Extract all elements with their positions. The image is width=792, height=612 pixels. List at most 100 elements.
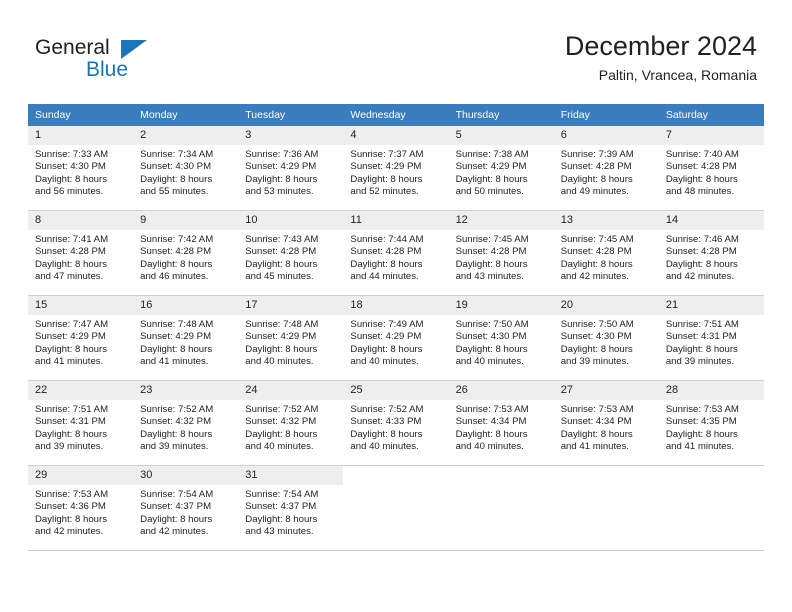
day-cell[interactable]: 8 Sunrise: 7:41 AM Sunset: 4:28 PM Daylight… bbox=[28, 211, 134, 295]
day-cell[interactable]: 14 Sunrise: 7:46 AM Sunset: 4:28 PM Dayligh… bbox=[658, 211, 764, 295]
daylight-text-line1: Daylight: 8 hours bbox=[560, 428, 633, 440]
calendar-day-cell[interactable] bbox=[553, 465, 659, 551]
calendar-day-cell[interactable] bbox=[343, 465, 449, 551]
calendar-day-cell[interactable]: 12 Sunrise: 7:45 AM Sunset: 4:28 PM Dayligh… bbox=[448, 210, 554, 296]
day-number: 26 bbox=[448, 381, 554, 400]
day-cell[interactable]: 29 Sunrise: 7:53 AM Sunset: 4:36 PM Dayligh… bbox=[28, 466, 134, 550]
sunrise-text: Sunrise: 7:45 AM bbox=[455, 234, 529, 245]
day-cell[interactable]: 18 Sunrise: 7:49 AM Sunset: 4:29 PM Dayligh… bbox=[343, 296, 449, 380]
calendar-day-cell[interactable]: 26 Sunrise: 7:53 AM Sunset: 4:34 PM Dayligh… bbox=[448, 380, 554, 466]
day-cell[interactable]: 25 Sunrise: 7:52 AM Sunset: 4:33 PM Dayligh… bbox=[343, 381, 449, 465]
day-cell[interactable]: 27 Sunrise: 7:53 AM Sunset: 4:34 PM Dayligh… bbox=[553, 381, 659, 465]
day-cell[interactable]: 16 Sunrise: 7:48 AM Sunset: 4:29 PM Dayligh… bbox=[133, 296, 239, 380]
calendar-day-cell[interactable]: 22 Sunrise: 7:51 AM Sunset: 4:31 PM Dayligh… bbox=[28, 380, 134, 466]
day-cell[interactable]: 11 Sunrise: 7:44 AM Sunset: 4:28 PM Dayligh… bbox=[343, 211, 449, 295]
sunrise-text: Sunrise: 7:49 AM bbox=[350, 319, 424, 330]
daylight-text-line1: Daylight: 8 hours bbox=[35, 343, 107, 355]
calendar-day-cell[interactable]: 7 Sunrise: 7:40 AM Sunset: 4:28 PM Daylight… bbox=[658, 126, 764, 211]
calendar-day-cell[interactable]: 1 Sunrise: 7:33 AM Sunset: 4:30 PM Daylight… bbox=[28, 126, 134, 211]
calendar-day-cell[interactable]: 4 Sunrise: 7:37 AM Sunset: 4:29 PM Daylight… bbox=[343, 126, 449, 211]
daylight-text-line2: and 39 minutes. bbox=[35, 441, 104, 453]
day-cell[interactable]: 30 Sunrise: 7:54 AM Sunset: 4:37 PM Dayligh… bbox=[133, 466, 239, 550]
day-cell[interactable]: 26 Sunrise: 7:53 AM Sunset: 4:34 PM Dayligh… bbox=[448, 381, 554, 465]
daylight-text-line2: and 42 minutes. bbox=[560, 271, 629, 283]
day-cell[interactable]: 19 Sunrise: 7:50 AM Sunset: 4:30 PM Dayligh… bbox=[448, 296, 554, 380]
day-cell[interactable]: 31 Sunrise: 7:54 AM Sunset: 4:37 PM Dayligh… bbox=[238, 466, 344, 550]
day-cell[interactable]: 5 Sunrise: 7:38 AM Sunset: 4:29 PM Daylight… bbox=[448, 126, 554, 210]
calendar-day-cell[interactable]: 25 Sunrise: 7:52 AM Sunset: 4:33 PM Dayligh… bbox=[343, 380, 449, 466]
daylight-text-line1: Daylight: 8 hours bbox=[245, 258, 318, 270]
day-info: Sunrise: 7:45 AM Sunset: 4:28 PM Daylight:… bbox=[449, 230, 554, 284]
calendar-day-cell[interactable]: 30 Sunrise: 7:54 AM Sunset: 4:37 PM Dayligh… bbox=[133, 465, 239, 551]
calendar-day-cell[interactable] bbox=[658, 465, 764, 551]
day-cell[interactable]: 23 Sunrise: 7:52 AM Sunset: 4:32 PM Dayligh… bbox=[133, 381, 239, 465]
day-cell[interactable]: 9 Sunrise: 7:42 AM Sunset: 4:28 PM Daylight… bbox=[133, 211, 239, 295]
day-cell-empty bbox=[449, 466, 554, 550]
generalblue-logo[interactable]: General Blue bbox=[35, 36, 165, 84]
sunset-text: Sunset: 4:28 PM bbox=[140, 246, 212, 258]
calendar-day-cell[interactable]: 8 Sunrise: 7:41 AM Sunset: 4:28 PM Daylight… bbox=[28, 210, 134, 296]
day-info: Sunrise: 7:52 AM Sunset: 4:32 PM Daylight:… bbox=[238, 400, 343, 454]
calendar-day-cell[interactable]: 13 Sunrise: 7:45 AM Sunset: 4:28 PM Dayligh… bbox=[553, 210, 659, 296]
sunset-text: Sunset: 4:29 PM bbox=[140, 331, 212, 343]
weekday-header-friday: Friday bbox=[553, 104, 659, 126]
calendar-day-cell[interactable] bbox=[448, 465, 554, 551]
day-cell[interactable]: 12 Sunrise: 7:45 AM Sunset: 4:28 PM Dayligh… bbox=[448, 211, 554, 295]
sunset-text: Sunset: 4:29 PM bbox=[455, 161, 527, 173]
sunset-text: Sunset: 4:28 PM bbox=[560, 246, 632, 258]
calendar-day-cell[interactable]: 16 Sunrise: 7:48 AM Sunset: 4:29 PM Dayligh… bbox=[133, 295, 239, 381]
day-cell[interactable]: 28 Sunrise: 7:53 AM Sunset: 4:35 PM Dayligh… bbox=[658, 381, 764, 465]
daylight-text-line2: and 41 minutes. bbox=[35, 356, 104, 368]
calendar-day-cell[interactable]: 2 Sunrise: 7:34 AM Sunset: 4:30 PM Daylight… bbox=[133, 126, 239, 211]
calendar-day-cell[interactable]: 5 Sunrise: 7:38 AM Sunset: 4:29 PM Daylight… bbox=[448, 126, 554, 211]
day-cell[interactable]: 2 Sunrise: 7:34 AM Sunset: 4:30 PM Daylight… bbox=[133, 126, 239, 210]
day-cell[interactable]: 13 Sunrise: 7:45 AM Sunset: 4:28 PM Dayligh… bbox=[553, 211, 659, 295]
day-cell[interactable]: 10 Sunrise: 7:43 AM Sunset: 4:28 PM Dayligh… bbox=[238, 211, 344, 295]
sunrise-text: Sunrise: 7:51 AM bbox=[35, 404, 109, 415]
calendar-day-cell[interactable]: 14 Sunrise: 7:46 AM Sunset: 4:28 PM Dayligh… bbox=[658, 210, 764, 296]
sunset-text: Sunset: 4:29 PM bbox=[245, 331, 317, 343]
sunset-text: Sunset: 4:32 PM bbox=[245, 416, 317, 428]
calendar-day-cell[interactable]: 11 Sunrise: 7:44 AM Sunset: 4:28 PM Dayligh… bbox=[343, 210, 449, 296]
calendar-day-cell[interactable]: 27 Sunrise: 7:53 AM Sunset: 4:34 PM Dayligh… bbox=[553, 380, 659, 466]
calendar-day-cell[interactable]: 10 Sunrise: 7:43 AM Sunset: 4:28 PM Dayligh… bbox=[238, 210, 344, 296]
calendar-day-cell[interactable]: 15 Sunrise: 7:47 AM Sunset: 4:29 PM Dayligh… bbox=[28, 295, 134, 381]
day-cell[interactable]: 4 Sunrise: 7:37 AM Sunset: 4:29 PM Daylight… bbox=[343, 126, 449, 210]
calendar-day-cell[interactable]: 17 Sunrise: 7:48 AM Sunset: 4:29 PM Dayligh… bbox=[238, 295, 344, 381]
calendar-day-cell[interactable]: 24 Sunrise: 7:52 AM Sunset: 4:32 PM Dayligh… bbox=[238, 380, 344, 466]
sunrise-text: Sunrise: 7:38 AM bbox=[455, 149, 529, 160]
daylight-text-line1: Daylight: 8 hours bbox=[140, 428, 213, 440]
day-cell[interactable]: 17 Sunrise: 7:48 AM Sunset: 4:29 PM Dayligh… bbox=[238, 296, 344, 380]
day-cell[interactable]: 21 Sunrise: 7:51 AM Sunset: 4:31 PM Dayligh… bbox=[658, 296, 764, 380]
sunset-text: Sunset: 4:34 PM bbox=[560, 416, 632, 428]
calendar-day-cell[interactable]: 9 Sunrise: 7:42 AM Sunset: 4:28 PM Daylight… bbox=[133, 210, 239, 296]
day-cell[interactable]: 7 Sunrise: 7:40 AM Sunset: 4:28 PM Daylight… bbox=[658, 126, 764, 210]
sunset-text: Sunset: 4:30 PM bbox=[455, 331, 527, 343]
day-cell[interactable]: 20 Sunrise: 7:50 AM Sunset: 4:30 PM Dayligh… bbox=[553, 296, 659, 380]
day-info: Sunrise: 7:49 AM Sunset: 4:29 PM Daylight:… bbox=[343, 315, 448, 369]
day-cell[interactable]: 22 Sunrise: 7:51 AM Sunset: 4:31 PM Dayligh… bbox=[28, 381, 134, 465]
day-cell[interactable]: 6 Sunrise: 7:39 AM Sunset: 4:28 PM Daylight… bbox=[553, 126, 659, 210]
day-number: 5 bbox=[448, 126, 554, 145]
daylight-text-line1: Daylight: 8 hours bbox=[35, 513, 107, 525]
day-cell[interactable]: 15 Sunrise: 7:47 AM Sunset: 4:29 PM Dayligh… bbox=[28, 296, 134, 380]
calendar-day-cell[interactable]: 28 Sunrise: 7:53 AM Sunset: 4:35 PM Dayligh… bbox=[658, 380, 764, 466]
calendar-day-cell[interactable]: 29 Sunrise: 7:53 AM Sunset: 4:36 PM Dayligh… bbox=[28, 465, 134, 551]
calendar-day-cell[interactable]: 31 Sunrise: 7:54 AM Sunset: 4:37 PM Dayligh… bbox=[238, 465, 344, 551]
daylight-text-line1: Daylight: 8 hours bbox=[350, 173, 423, 185]
day-cell[interactable]: 24 Sunrise: 7:52 AM Sunset: 4:32 PM Dayligh… bbox=[238, 381, 344, 465]
day-cell[interactable]: 3 Sunrise: 7:36 AM Sunset: 4:29 PM Daylight… bbox=[238, 126, 344, 210]
calendar-day-cell[interactable]: 20 Sunrise: 7:50 AM Sunset: 4:30 PM Dayligh… bbox=[553, 295, 659, 381]
day-cell-empty bbox=[659, 466, 764, 550]
sunset-text: Sunset: 4:30 PM bbox=[35, 161, 106, 173]
daylight-text-line2: and 50 minutes. bbox=[455, 186, 524, 198]
calendar-day-cell[interactable]: 18 Sunrise: 7:49 AM Sunset: 4:29 PM Dayligh… bbox=[343, 295, 449, 381]
calendar-day-cell[interactable]: 21 Sunrise: 7:51 AM Sunset: 4:31 PM Dayligh… bbox=[658, 295, 764, 381]
calendar-day-cell[interactable]: 19 Sunrise: 7:50 AM Sunset: 4:30 PM Dayligh… bbox=[448, 295, 554, 381]
day-cell[interactable]: 1 Sunrise: 7:33 AM Sunset: 4:30 PM Daylight… bbox=[28, 126, 134, 210]
day-info: Sunrise: 7:39 AM Sunset: 4:28 PM Daylight:… bbox=[554, 145, 659, 199]
calendar-day-cell[interactable]: 6 Sunrise: 7:39 AM Sunset: 4:28 PM Daylight… bbox=[553, 126, 659, 211]
calendar-day-cell[interactable]: 3 Sunrise: 7:36 AM Sunset: 4:29 PM Daylight… bbox=[238, 126, 344, 211]
calendar-day-cell[interactable]: 23 Sunrise: 7:52 AM Sunset: 4:32 PM Dayligh… bbox=[133, 380, 239, 466]
daylight-text-line2: and 42 minutes. bbox=[35, 526, 104, 538]
